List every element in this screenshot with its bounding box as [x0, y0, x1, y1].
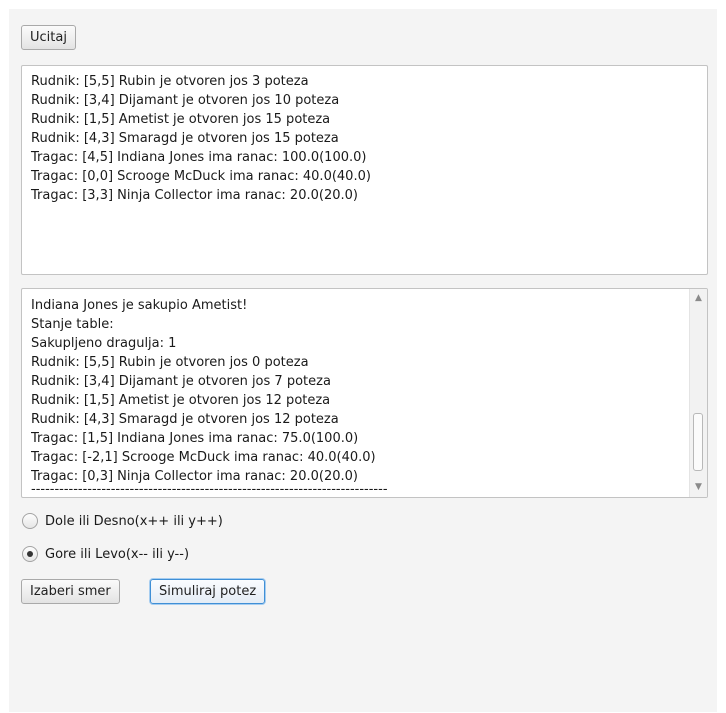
- log-line: Rudnik: [5,5] Rubin je otvoren jos 0 pot…: [31, 355, 309, 370]
- chevron-up-icon[interactable]: ▲: [690, 291, 707, 306]
- log-line: Tragac: [1,5] Indiana Jones ima ranac: 7…: [31, 431, 359, 446]
- status-line: Tragac: [0,0] Scrooge McDuck ima ranac: …: [31, 169, 371, 184]
- status-line: Tragac: [3,3] Ninja Collector ima ranac:…: [31, 188, 358, 203]
- radio-option-up-left[interactable]: Gore ili Levo(x-- ili y--): [22, 544, 189, 564]
- log-line: Rudnik: [3,4] Dijamant je otvoren jos 7 …: [31, 374, 331, 389]
- status-lines: Rudnik: [5,5] Rubin je otvoren jos 3 pot…: [31, 72, 707, 205]
- status-line: Rudnik: [4,3] Smaragd je otvoren jos 15 …: [31, 131, 339, 146]
- radio-label: Gore ili Levo(x-- ili y--): [45, 546, 190, 562]
- radio-label: Dole ili Desno(x++ ili y++): [45, 513, 223, 529]
- log-line: Sakupljeno dragulja: 1: [31, 336, 177, 351]
- log-lines: Indiana Jones je sakupio Ametist! Stanje…: [31, 296, 689, 494]
- log-scrollbar[interactable]: ▲ ▼: [689, 289, 707, 497]
- log-line: Stanje table:: [31, 317, 114, 332]
- log-text-area[interactable]: Indiana Jones je sakupio Ametist! Stanje…: [21, 288, 708, 498]
- choose-direction-button[interactable]: Izaberi smer: [21, 579, 120, 604]
- radio-option-down-right[interactable]: Dole ili Desno(x++ ili y++): [22, 511, 223, 531]
- status-line: Rudnik: [3,4] Dijamant je otvoren jos 10…: [31, 93, 340, 108]
- status-text-area[interactable]: Rudnik: [5,5] Rubin je otvoren jos 3 pot…: [21, 65, 708, 275]
- radio-selected-dot: [27, 551, 33, 557]
- log-line: Indiana Jones je sakupio Ametist!: [31, 298, 248, 313]
- status-line: Rudnik: [5,5] Rubin je otvoren jos 3 pot…: [31, 74, 309, 89]
- scrollbar-thumb[interactable]: [693, 413, 703, 471]
- simulate-move-button[interactable]: Simuliraj potez: [150, 579, 266, 604]
- status-line: Tragac: [4,5] Indiana Jones ima ranac: 1…: [31, 150, 367, 165]
- app-window: Ucitaj Rudnik: [5,5] Rubin je otvoren jo…: [9, 9, 717, 712]
- log-line-separator: ----------------------------------------…: [31, 486, 388, 494]
- log-line: Tragac: [-2,1] Scrooge McDuck ima ranac:…: [31, 450, 376, 465]
- chevron-down-icon[interactable]: ▼: [690, 480, 707, 495]
- radio-button-unchecked[interactable]: [22, 513, 38, 529]
- load-button[interactable]: Ucitaj: [21, 25, 76, 50]
- log-line: Tragac: [0,3] Ninja Collector ima ranac:…: [31, 469, 358, 484]
- status-line: Rudnik: [1,5] Ametist je otvoren jos 15 …: [31, 112, 331, 127]
- radio-button-checked[interactable]: [22, 546, 38, 562]
- log-line: Rudnik: [1,5] Ametist je otvoren jos 12 …: [31, 393, 331, 408]
- log-line: Rudnik: [4,3] Smaragd je otvoren jos 12 …: [31, 412, 339, 427]
